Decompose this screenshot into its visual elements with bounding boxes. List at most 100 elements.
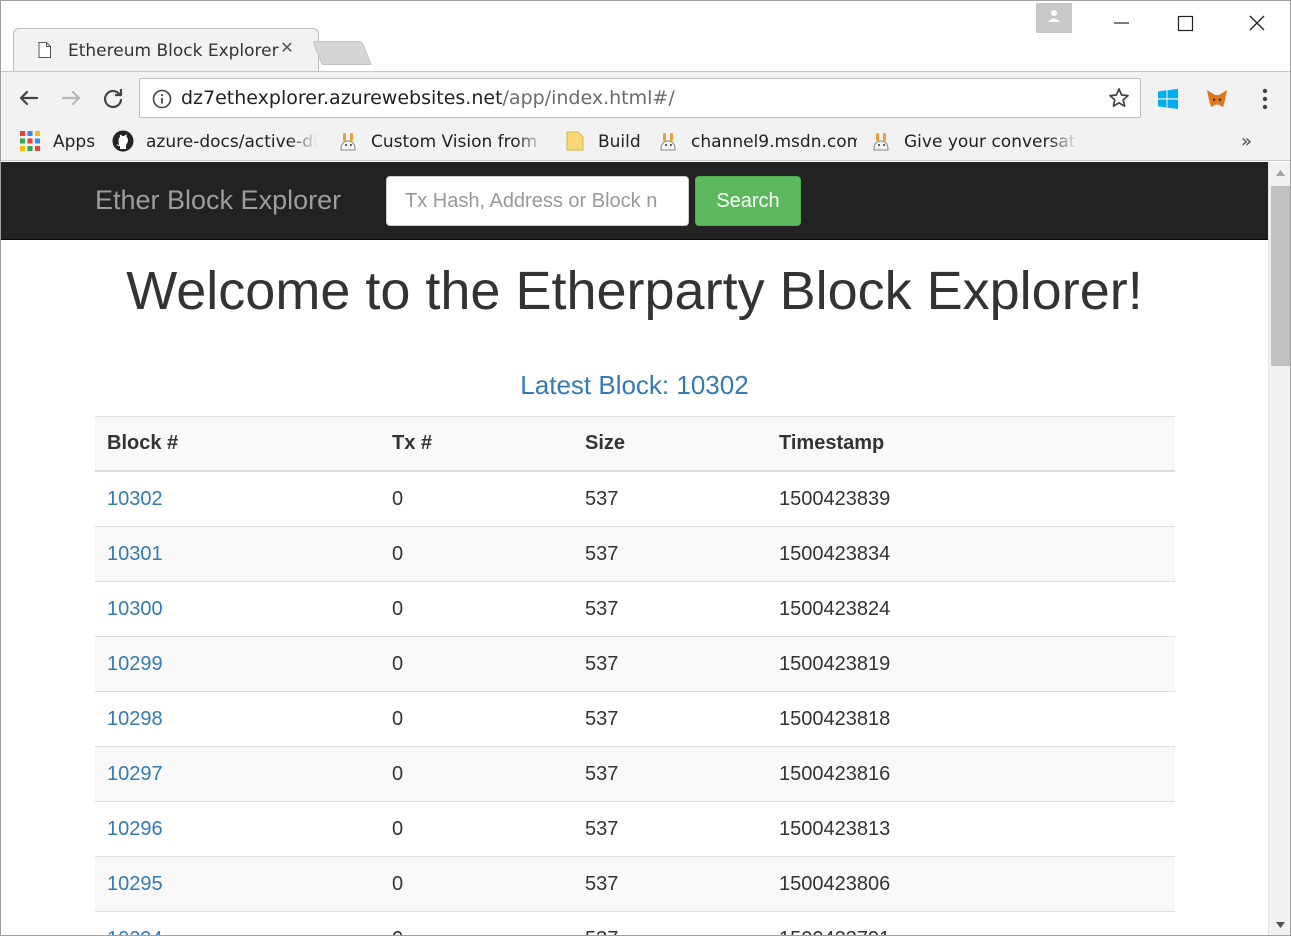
size-cell: 537 — [573, 526, 767, 582]
block-link[interactable]: 10298 — [107, 708, 163, 730]
bookmarks-bar: Apps azure-docs/active-dir Custom Vision… — [1, 123, 1290, 161]
block-link[interactable]: 10296 — [107, 818, 163, 840]
url-path: /app/index.html#/ — [502, 87, 675, 109]
size-cell: 537 — [573, 801, 767, 857]
metamask-fox-icon[interactable] — [1205, 88, 1229, 110]
bookmark-channel9[interactable]: channel9.msdn.com — [657, 129, 857, 153]
block-cell: 10299 — [95, 636, 380, 692]
maximize-icon[interactable] — [1156, 1, 1216, 41]
block-cell: 10294 — [95, 911, 380, 936]
table-row: 10299 0 537 1500423819 — [95, 636, 1175, 692]
page-title: Welcome to the Etherparty Block Explorer… — [126, 261, 1143, 321]
latest-block-link[interactable]: Latest Block: 10302 — [520, 370, 748, 400]
tx-cell: 0 — [380, 470, 573, 527]
bookmark-azure-docs[interactable]: azure-docs/active-dir — [112, 129, 317, 153]
bookmark-apps[interactable]: Apps — [19, 129, 99, 153]
scroll-up-arrow-icon[interactable] — [1269, 162, 1291, 184]
browser-menu-icon[interactable] — [1255, 86, 1275, 112]
minimize-icon[interactable] — [1091, 1, 1151, 41]
bookmark-star-icon[interactable] — [1108, 87, 1130, 109]
table-row: 10298 0 537 1500423818 — [95, 691, 1175, 747]
bookmark-build-folder[interactable]: Build — [564, 129, 644, 153]
block-cell: 10301 — [95, 526, 380, 582]
bookmark-give-conversation[interactable]: Give your conversatio — [870, 129, 1077, 153]
timestamp-cell: 1500423839 — [767, 470, 1175, 527]
tx-cell: 0 — [380, 856, 573, 912]
column-header-timestamp: Timestamp — [767, 416, 1175, 472]
table-header-row: Block # Tx # Size Timestamp — [95, 416, 1175, 472]
bookmark-site-icon — [660, 133, 676, 151]
block-link[interactable]: 10302 — [107, 488, 163, 510]
column-header-block: Block # — [95, 416, 380, 472]
bookmark-label: Build — [598, 132, 641, 152]
table-row: 10302 0 537 1500423839 — [95, 470, 1175, 527]
blocks-table: Block # Tx # Size Timestamp 10302 0 537 … — [95, 416, 1175, 936]
url-host: dz7ethexplorer.azurewebsites.net — [181, 87, 503, 109]
browser-toolbar: dz7ethexplorer.azurewebsites.net/app/ind… — [1, 71, 1290, 123]
size-cell: 537 — [573, 636, 767, 692]
tx-cell: 0 — [380, 911, 573, 935]
block-link[interactable]: 10300 — [107, 598, 163, 620]
search-button[interactable]: Search — [695, 176, 801, 226]
folder-icon — [566, 131, 584, 151]
column-header-tx: Tx # — [380, 416, 573, 472]
block-cell: 10295 — [95, 856, 380, 912]
close-tab-icon[interactable]: ✕ — [278, 40, 296, 58]
apps-grid-icon — [20, 131, 40, 151]
github-icon — [112, 130, 134, 152]
search-input[interactable] — [386, 176, 689, 226]
tx-cell: 0 — [380, 636, 573, 692]
vertical-scrollbar[interactable] — [1268, 162, 1291, 936]
latest-block-heading: Latest Block: 10302 — [1, 370, 1268, 401]
timestamp-cell: 1500423818 — [767, 691, 1175, 747]
block-link[interactable]: 10297 — [107, 763, 163, 785]
tx-cell: 0 — [380, 526, 573, 582]
block-link[interactable]: 10301 — [107, 543, 163, 565]
scrollbar-thumb[interactable] — [1271, 186, 1290, 366]
table-row: 10294 0 537 1500423791 — [95, 911, 1175, 936]
bookmark-label: Custom Vision from C — [371, 132, 544, 152]
block-link[interactable]: 10299 — [107, 653, 163, 675]
table-row: 10295 0 537 1500423806 — [95, 856, 1175, 912]
back-arrow-icon[interactable] — [15, 84, 43, 112]
page-icon — [38, 42, 51, 58]
page-viewport: Ether Block Explorer Search Welcome to t… — [1, 162, 1268, 936]
block-link[interactable]: 10294 — [107, 928, 163, 936]
table-row: 10296 0 537 1500423813 — [95, 801, 1175, 857]
size-cell: 537 — [573, 470, 767, 527]
timestamp-cell: 1500423834 — [767, 526, 1175, 582]
block-cell: 10302 — [95, 470, 380, 527]
windows-extension-icon[interactable] — [1157, 88, 1179, 110]
info-icon[interactable] — [152, 89, 172, 109]
timestamp-cell: 1500423819 — [767, 636, 1175, 692]
browser-tab[interactable]: Ethereum Block Explorer ✕ — [13, 28, 319, 72]
timestamp-cell: 1500423791 — [767, 911, 1175, 935]
timestamp-cell: 1500423806 — [767, 856, 1175, 912]
table-row: 10300 0 537 1500423824 — [95, 581, 1175, 637]
column-header-size: Size — [573, 416, 767, 472]
navbar-brand[interactable]: Ether Block Explorer — [95, 185, 341, 216]
size-cell: 537 — [573, 691, 767, 747]
bookmark-site-icon — [873, 133, 889, 151]
table-row: 10301 0 537 1500423834 — [95, 526, 1175, 582]
new-tab-button[interactable] — [312, 41, 372, 65]
more-bookmarks-chevron-icon[interactable]: » — [1241, 131, 1252, 152]
bookmark-site-icon — [340, 133, 356, 151]
table-row: 10297 0 537 1500423816 — [95, 746, 1175, 802]
scroll-down-arrow-icon[interactable] — [1269, 914, 1291, 936]
size-cell: 537 — [573, 746, 767, 802]
profile-button[interactable] — [1036, 3, 1072, 33]
tx-cell: 0 — [380, 581, 573, 637]
url-text[interactable]: dz7ethexplorer.azurewebsites.net/app/ind… — [181, 87, 675, 109]
tx-cell: 0 — [380, 691, 573, 747]
tx-cell: 0 — [380, 801, 573, 857]
address-bar[interactable]: dz7ethexplorer.azurewebsites.net/app/ind… — [139, 78, 1141, 118]
site-navbar: Ether Block Explorer Search — [1, 162, 1268, 240]
block-link[interactable]: 10295 — [107, 873, 163, 895]
bookmark-custom-vision[interactable]: Custom Vision from C — [337, 129, 544, 153]
forward-arrow-icon[interactable] — [57, 84, 85, 112]
reload-icon[interactable] — [99, 84, 127, 112]
tab-title: Ethereum Block Explorer — [68, 41, 279, 61]
bookmark-label: channel9.msdn.com — [691, 132, 857, 152]
close-window-icon[interactable] — [1227, 1, 1287, 41]
